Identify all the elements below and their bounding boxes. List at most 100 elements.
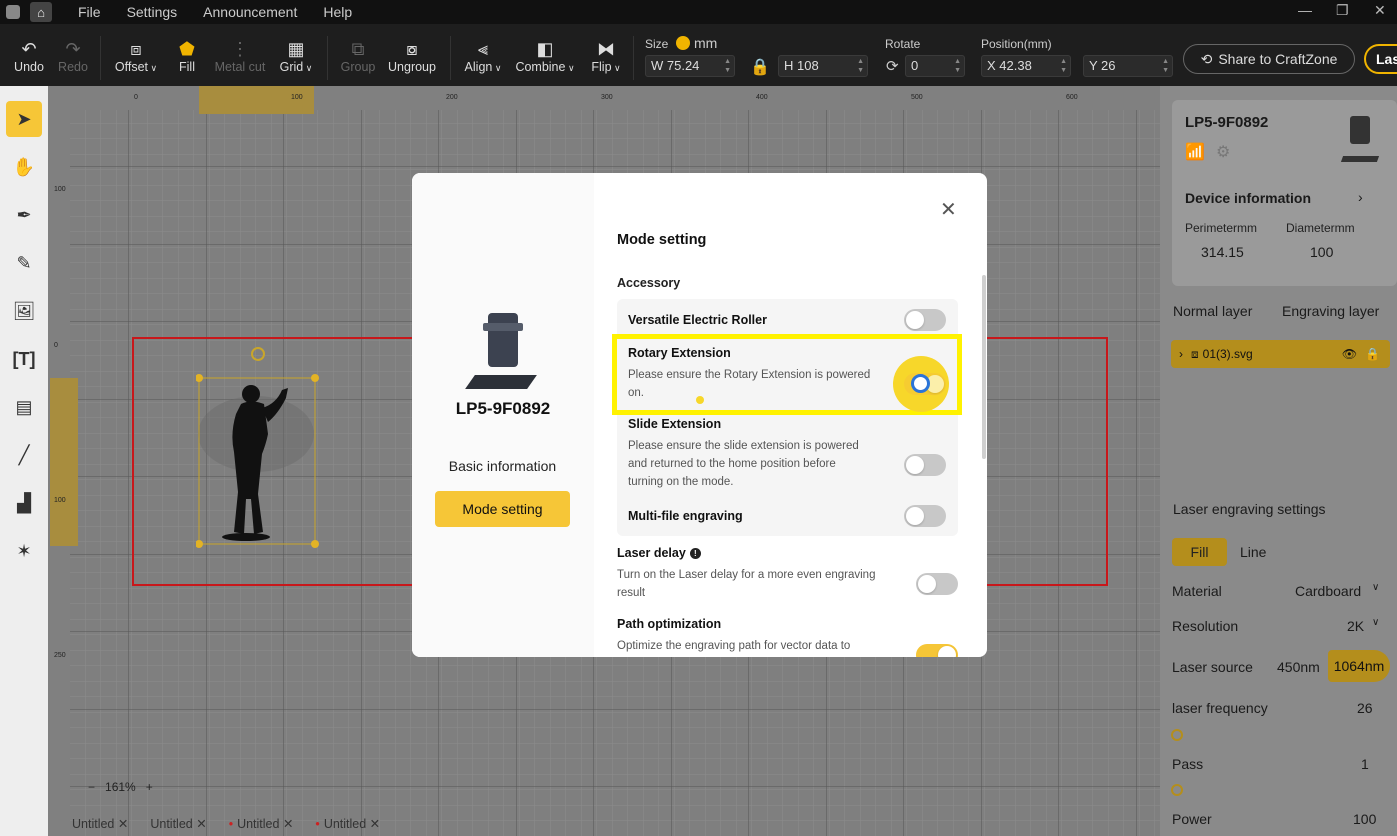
fill-tab[interactable]: Fill — [1172, 538, 1227, 566]
eye-icon[interactable]: 👁 — [1342, 347, 1357, 361]
laser-450-option[interactable]: 450nm — [1277, 659, 1320, 675]
laser-delay-desc-line: Turn on the Laser delay for a more even … — [617, 569, 876, 581]
diameter-label: Diametermm — [1286, 221, 1355, 235]
info-icon[interactable]: ! — [689, 548, 701, 559]
laser-frequency-value[interactable]: 26 — [1357, 700, 1373, 716]
rotate-handle-icon[interactable] — [251, 347, 265, 361]
offset-icon: ⧈ — [130, 39, 142, 59]
power-value[interactable]: 100 — [1353, 811, 1376, 827]
layer-row[interactable]: › ⧈ 01(3).svg 👁 🔒 — [1171, 340, 1390, 368]
expand-icon[interactable]: › — [1179, 347, 1183, 361]
multifile-toggle[interactable] — [904, 505, 946, 527]
artwork-figure[interactable] — [196, 374, 326, 549]
magic-icon[interactable]: ✶ — [6, 533, 42, 569]
app-icon — [6, 5, 20, 19]
slide-toggle[interactable] — [904, 454, 946, 476]
grid-button[interactable]: ▦ Grid ∨ — [277, 38, 315, 74]
rotate-field[interactable]: 0 ▲ ▼ — [905, 55, 965, 77]
basic-information-tab[interactable]: Basic information — [435, 453, 570, 479]
zoom-out-button[interactable]: − — [88, 780, 95, 794]
perimeter-value[interactable]: 314.15 — [1201, 244, 1244, 260]
stamp-icon[interactable]: ▟ — [6, 485, 42, 521]
frequency-slider[interactable] — [1171, 729, 1183, 741]
laser-delay-toggle[interactable] — [916, 573, 958, 595]
combine-label: Combine — [515, 60, 566, 74]
close-icon[interactable]: ✕ — [940, 197, 957, 222]
align-button[interactable]: ⫷ Align ∨ — [462, 38, 504, 74]
fill-button[interactable]: ⬟ Fill — [174, 38, 200, 74]
chevron-right-icon[interactable]: › — [1358, 189, 1363, 205]
maximize-icon[interactable]: ❐ — [1336, 2, 1349, 19]
ruler-label-500: 500 — [911, 94, 923, 101]
laser-1064-option[interactable]: 1064nm — [1328, 650, 1390, 682]
pen-icon[interactable]: ✒ — [6, 197, 42, 233]
file-tab[interactable]: Untitled ✕ — [150, 816, 206, 836]
home-icon[interactable]: ⌂ — [30, 2, 52, 22]
lock-icon[interactable]: 🔒 — [750, 57, 770, 77]
menu-file[interactable]: File — [78, 4, 101, 20]
mode-setting-tab[interactable]: Mode setting — [435, 491, 570, 527]
combine-button[interactable]: ◧ Combine ∨ — [514, 38, 576, 74]
close-window-icon[interactable]: ✕ — [1374, 2, 1386, 19]
device-thumbnail — [1340, 116, 1380, 166]
file-tab-label: Untitled — [237, 817, 280, 831]
device-info-link[interactable]: Device information — [1185, 190, 1311, 206]
menu-help[interactable]: Help — [323, 4, 352, 20]
redo-label: Redo — [58, 60, 88, 74]
lock-ratio-toggle[interactable] — [676, 36, 690, 50]
menu-bar: ⌂ File Settings Announcement Help — ❐ ✕ — [0, 0, 1397, 24]
ungroup-button[interactable]: ⧇ Ungroup — [386, 38, 438, 74]
dialog-scrollbar[interactable] — [982, 275, 986, 459]
laser-delay-desc-line: result — [617, 587, 646, 599]
text-icon[interactable]: [T] — [6, 341, 42, 377]
roller-toggle[interactable] — [904, 309, 946, 331]
gear-icon[interactable]: ⚙ — [1216, 142, 1230, 162]
material-label: Material — [1172, 583, 1222, 599]
ruler-label-300: 300 — [601, 94, 613, 101]
slide-description: Please ensure the slide extension is pow… — [628, 437, 859, 491]
line-tab[interactable]: Line — [1240, 544, 1266, 560]
height-field[interactable]: H 108 ▲ ▼ — [778, 55, 868, 77]
y-field[interactable]: Y 26 ▲ ▼ — [1083, 55, 1173, 77]
width-value: W 75.24 — [651, 58, 700, 73]
hand-icon[interactable]: ✋ — [6, 149, 42, 185]
redo-button[interactable]: ↷ Redo — [57, 38, 89, 74]
file-tab-label: Untitled — [72, 817, 115, 831]
rotate-value: 0 — [911, 58, 919, 73]
file-tab[interactable]: Untitled ✕ — [72, 816, 128, 836]
select-icon[interactable]: ➤ — [6, 101, 42, 137]
x-field[interactable]: X 42.38 ▲ ▼ — [981, 55, 1071, 77]
pass-value[interactable]: 1 — [1361, 756, 1369, 772]
flip-button[interactable]: ⧓ Flip ∨ — [589, 38, 623, 74]
slide-desc-line: Please ensure the slide extension is pow… — [628, 440, 859, 452]
rotate-label: Rotate — [885, 37, 921, 51]
tab-normal-layer[interactable]: Normal layer — [1173, 303, 1252, 319]
left-toolbar: ➤ ✋ ✒ ✎ 🖼 [T] ▤ ╱ ▟ ✶ — [0, 86, 48, 836]
file-tab[interactable]: • Untitled ✕ — [229, 816, 294, 836]
pass-slider[interactable] — [1171, 784, 1183, 796]
path-optimization-toggle[interactable] — [916, 644, 958, 657]
image-add-icon[interactable]: 🖼 — [6, 293, 42, 329]
diameter-value[interactable]: 100 — [1310, 244, 1333, 260]
undo-button[interactable]: ↶ Undo — [13, 38, 45, 74]
group-button[interactable]: ⧉ Group — [339, 38, 377, 74]
offset-button[interactable]: ⧈ Offset ∨ — [112, 38, 160, 74]
minimize-icon[interactable]: — — [1298, 2, 1312, 18]
pencil-icon[interactable]: ✎ — [6, 245, 42, 281]
file-tab[interactable]: • Untitled ✕ — [315, 816, 380, 836]
material-select[interactable]: Cardboard — [1295, 583, 1361, 599]
width-field[interactable]: W 75.24 ▲ ▼ — [645, 55, 735, 77]
line-icon[interactable]: ╱ — [6, 437, 42, 473]
share-craftzone-button[interactable]: ⟲ Share to CraftZone — [1183, 44, 1355, 74]
barcode-icon[interactable]: ▤ — [6, 389, 42, 425]
resolution-select[interactable]: 2K — [1347, 618, 1364, 634]
tab-engraving-layer[interactable]: Engraving layer — [1282, 303, 1379, 319]
path-opt-desc-line: Optimize the engraving path for vector d… — [617, 640, 851, 652]
menu-announcement[interactable]: Announcement — [203, 4, 297, 20]
lock-icon[interactable]: 🔒 — [1365, 347, 1380, 361]
laser-button[interactable]: Las — [1364, 44, 1397, 74]
roller-title: Versatile Electric Roller — [628, 313, 767, 327]
metal-cut-button[interactable]: ⋮ Metal cut — [212, 38, 268, 74]
zoom-in-button[interactable]: + — [146, 780, 153, 794]
menu-settings[interactable]: Settings — [127, 4, 178, 20]
